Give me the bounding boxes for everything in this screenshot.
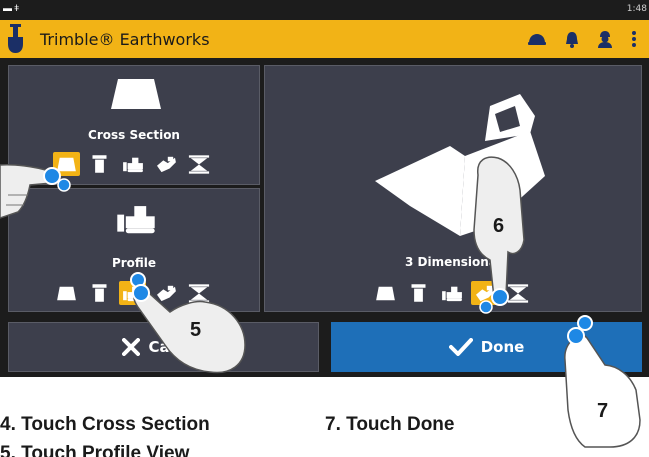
profile-mode-row xyxy=(53,281,218,305)
mode-cross-section-button[interactable] xyxy=(53,281,80,305)
dozer-side-icon xyxy=(121,284,145,302)
instruction-step-5: 5. Touch Profile View xyxy=(0,443,190,457)
blade-side-icon xyxy=(89,155,110,173)
app-title: Trimble® Earthworks xyxy=(40,30,210,49)
overflow-menu-icon[interactable] xyxy=(627,28,641,50)
cross-section-icon xyxy=(56,156,77,173)
app-toolbar: Trimble® Earthworks xyxy=(0,20,649,58)
close-icon xyxy=(122,338,141,356)
dozer-3d-large-icon xyxy=(375,94,545,236)
blade-side-icon xyxy=(89,284,110,302)
three-dimensional-label: 3 Dimensional xyxy=(404,255,502,269)
mode-cross-section-button[interactable] xyxy=(53,152,80,176)
mode-blade-button[interactable] xyxy=(86,281,113,305)
level-icon xyxy=(507,284,529,303)
instruction-step-7: 7. Touch Done xyxy=(325,414,455,435)
notification-icon: ▬ xyxy=(3,3,12,13)
dozer-side-icon xyxy=(121,155,145,173)
tablet-screen: ▬ ǂ 1:48 Trimble® Earthworks Cross Secti… xyxy=(0,0,649,377)
callout-7: 7 xyxy=(597,400,608,422)
operator-icon[interactable] xyxy=(594,28,616,50)
dozer-side-large-icon xyxy=(106,201,166,235)
level-icon xyxy=(188,155,210,174)
mode-profile-button[interactable] xyxy=(119,281,146,305)
cross-section-large-icon xyxy=(111,79,161,109)
cross-section-icon xyxy=(375,285,396,302)
check-icon xyxy=(448,338,473,356)
cross-section-label: Cross Section xyxy=(88,128,180,142)
done-label: Done xyxy=(480,338,525,356)
dozer-3d-icon xyxy=(473,284,497,302)
three-dimensional-panel[interactable]: 3 Dimensional xyxy=(264,65,642,312)
system-status-bar: ▬ ǂ 1:48 xyxy=(0,0,649,20)
dozer-3d-icon xyxy=(154,155,178,173)
mode-profile-button[interactable] xyxy=(438,281,465,305)
profile-panel[interactable]: Profile xyxy=(8,188,260,312)
cancel-label: Cancel xyxy=(148,338,205,356)
dozer-side-icon xyxy=(440,284,464,302)
mode-cross-section-button[interactable] xyxy=(372,281,399,305)
cross-section-panel[interactable]: Cross Section xyxy=(8,65,260,185)
instruction-step-4: 4. Touch Cross Section xyxy=(0,414,210,435)
mode-level-button[interactable] xyxy=(185,281,212,305)
mode-level-button[interactable] xyxy=(504,281,531,305)
bell-icon[interactable] xyxy=(561,28,583,50)
dozer-3d-icon xyxy=(154,284,178,302)
mode-profile-button[interactable] xyxy=(119,152,146,176)
cancel-button[interactable]: Cancel xyxy=(8,322,319,372)
level-icon xyxy=(188,284,210,303)
system-clock: 1:48 xyxy=(626,4,647,14)
mode-blade-button[interactable] xyxy=(405,281,432,305)
mode-blade-button[interactable] xyxy=(86,152,113,176)
mode-level-button[interactable] xyxy=(185,152,212,176)
mode-3d-button[interactable] xyxy=(152,281,179,305)
cross-section-mode-row xyxy=(53,152,218,176)
mode-3d-button[interactable] xyxy=(471,281,498,305)
helmet-icon[interactable] xyxy=(526,28,548,50)
usb-icon: ǂ xyxy=(14,3,20,13)
three-d-mode-row xyxy=(372,281,537,305)
mode-3d-button[interactable] xyxy=(152,152,179,176)
shovel-logo-icon xyxy=(8,24,23,53)
done-button[interactable]: Done xyxy=(331,322,642,372)
cross-section-icon xyxy=(56,285,77,302)
blade-side-icon xyxy=(408,284,429,302)
profile-label: Profile xyxy=(111,256,157,270)
